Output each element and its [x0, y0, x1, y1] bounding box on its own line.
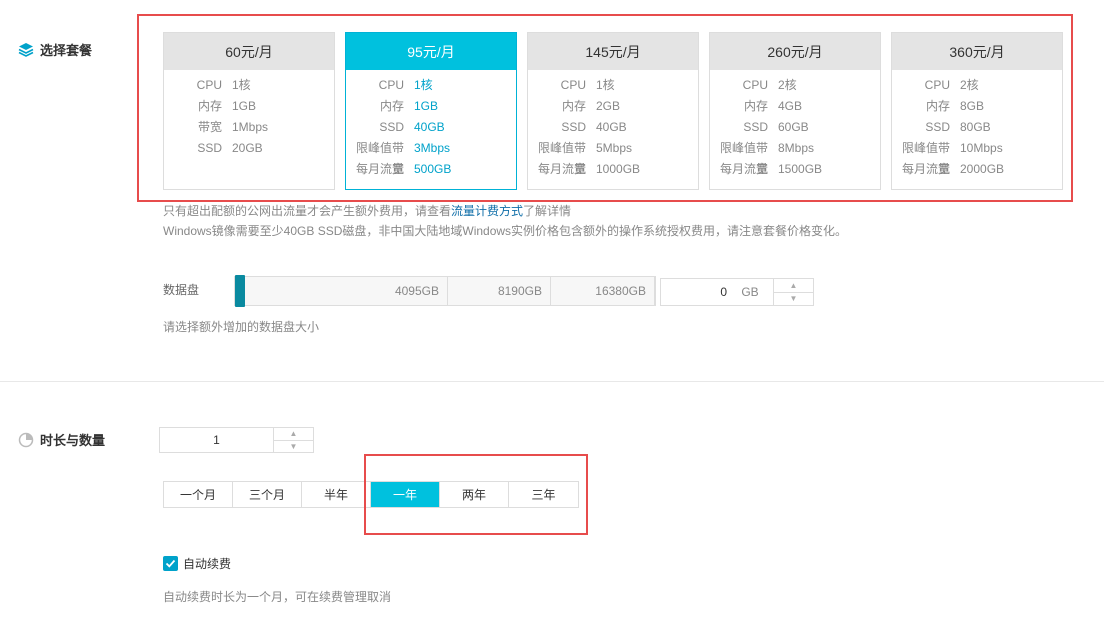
increment-arrow-icon[interactable]: ▲ [774, 279, 813, 293]
plan-highlight-frame [137, 14, 1073, 202]
slider-segment: 4095GB [235, 277, 448, 305]
windows-note: Windows镜像需要至少40GB SSD磁盘，非中国大陆地域Windows实例… [163, 224, 848, 238]
traffic-note: 只有超出配额的公网出流量才会产生额外费用，请查看流量计费方式了解详情 [163, 202, 571, 219]
duration-tab[interactable]: 三个月 [233, 482, 302, 507]
data-disk-unit: GB [741, 285, 759, 299]
decrement-arrow-icon[interactable]: ▼ [774, 293, 813, 306]
slider-tick: 8190GB [497, 284, 542, 298]
auto-renew-checkbox[interactable] [163, 556, 178, 571]
duration-tab[interactable]: 半年 [302, 482, 371, 507]
slider-tick: 4095GB [394, 284, 439, 298]
slider-handle[interactable] [235, 275, 245, 307]
duration-tab[interactable]: 一个月 [164, 482, 233, 507]
quantity-stepper[interactable]: 1 ▲ ▼ [159, 427, 314, 453]
duration-section-title: 时长与数量 [18, 430, 105, 449]
decrement-arrow-icon[interactable]: ▼ [274, 441, 313, 453]
slider-tick: 16380GB [595, 284, 646, 298]
data-disk-stepper[interactable]: 0 GB ▲ ▼ [660, 278, 814, 306]
duration-section-label: 时长与数量 [40, 433, 106, 448]
layers-icon [18, 42, 34, 58]
quantity-value[interactable]: 1 [160, 428, 273, 452]
slider-segment: 8190GB [448, 277, 551, 305]
section-divider [0, 381, 1104, 382]
plan-section-title: 选择套餐 [18, 40, 92, 59]
pie-clock-icon [18, 432, 34, 448]
increment-arrow-icon[interactable]: ▲ [274, 428, 313, 441]
data-disk-label: 数据盘 [163, 283, 200, 297]
data-disk-arrows: ▲ ▼ [773, 279, 813, 305]
years-highlight-frame [364, 454, 588, 535]
traffic-billing-link[interactable]: 流量计费方式 [451, 204, 523, 218]
data-disk-value[interactable]: 0 [661, 279, 727, 305]
auto-renew-option[interactable]: 自动续费 [163, 555, 231, 572]
data-disk-hint: 请选择额外增加的数据盘大小 [163, 320, 320, 334]
slider-segment: 16380GB [551, 277, 655, 305]
auto-renew-label: 自动续费 [183, 557, 232, 571]
auto-renew-hint: 自动续费时长为一个月，可在续费管理取消 [163, 590, 392, 604]
plan-section-label: 选择套餐 [40, 43, 93, 58]
data-disk-slider[interactable]: 4095GB 8190GB 16380GB [234, 275, 656, 307]
check-icon [165, 559, 176, 568]
traffic-note-prefix: 只有超出配额的公网出流量才会产生额外费用，请查看 [163, 204, 452, 218]
quantity-arrows: ▲ ▼ [273, 428, 313, 452]
traffic-note-suffix: 了解详情 [523, 204, 572, 218]
